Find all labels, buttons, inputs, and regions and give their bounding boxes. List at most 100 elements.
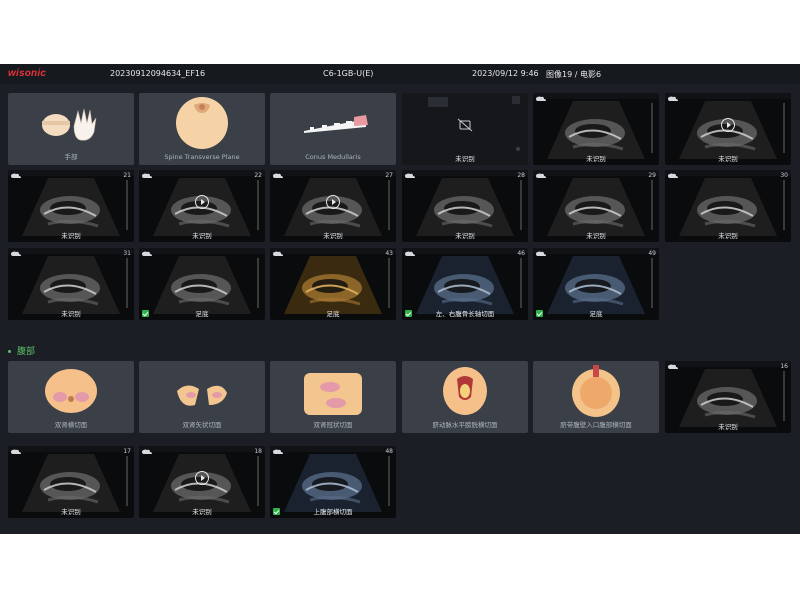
cloud-icon: [668, 173, 678, 178]
thumbnail-a8[interactable]: 未识别 18: [139, 446, 265, 518]
check-icon[interactable]: [405, 310, 412, 317]
thumbnail-a5[interactable]: 脐带腹壁入口腹部横切面: [533, 361, 659, 433]
thumbnail-label: 未识别: [718, 423, 738, 431]
check-icon[interactable]: [536, 310, 543, 317]
thumbnail-t12[interactable]: 未识别 30: [665, 170, 791, 242]
check-icon[interactable]: [142, 310, 149, 317]
image-cine-count: 图像19 / 电影6: [546, 70, 602, 79]
cloud-icon: [11, 449, 21, 454]
cloud-icon: [536, 251, 546, 256]
play-icon[interactable]: [721, 118, 735, 132]
thumbnail-a3[interactable]: 双肾冠状切面: [270, 361, 396, 433]
cloud-icon: [536, 96, 546, 101]
cloud-icon: [142, 251, 152, 256]
thumbnail-label: Conus Medullaris: [305, 153, 361, 161]
image-number: 27: [385, 172, 393, 179]
thumbnail-t10[interactable]: 未识别 28: [402, 170, 528, 242]
thumbnail-label: 未识别: [61, 310, 81, 318]
section-bullet-icon: [8, 350, 11, 353]
thumbnail-t1[interactable]: 手部: [8, 93, 134, 165]
thumbnail-label: 双肾横切面: [54, 421, 88, 429]
thumbnail-a6[interactable]: 未识别 16: [665, 361, 791, 433]
thumbnail-label: 未识别: [61, 232, 81, 240]
thumbnail-a1[interactable]: 双肾横切面: [8, 361, 134, 433]
image-number: 17: [123, 448, 131, 455]
thumbnail-a2[interactable]: 双肾矢状切面: [139, 361, 265, 433]
thumbnail-t7[interactable]: 未识别 21: [8, 170, 134, 242]
thumbnail-label: 未识别: [192, 508, 212, 516]
cloud-icon: [405, 173, 415, 178]
thumbnail-t4[interactable]: 未识别: [402, 93, 528, 165]
thumbnail-label: 脐动脉水平膀胱横切面: [432, 421, 498, 429]
image-number: 21: [123, 172, 131, 179]
section-header-abdomen[interactable]: 腹部: [8, 344, 35, 357]
thumbnail-label: 未识别: [586, 155, 606, 163]
image-number: 48: [385, 448, 393, 455]
cloud-icon: [273, 251, 283, 256]
cloud-icon: [142, 449, 152, 454]
cloud-icon: [142, 173, 152, 178]
image-number: 49: [648, 250, 656, 257]
thumbnail-t2[interactable]: Spine Transverse Plane: [139, 93, 265, 165]
cloud-icon: [11, 251, 21, 256]
thumbnail-label: 左、右腹骨长轴切面: [435, 310, 495, 318]
thumbnail-label: 未识别: [61, 508, 81, 516]
cloud-icon: [668, 364, 678, 369]
thumbnail-a9[interactable]: 上腹部横切面 48: [270, 446, 396, 518]
thumbnail-t6[interactable]: 未识别: [665, 93, 791, 165]
image-number: 46: [517, 250, 525, 257]
exam-id: 20230912094634_EF16: [110, 69, 206, 78]
play-icon[interactable]: [195, 195, 209, 209]
image-number: 18: [254, 448, 262, 455]
thumbnail-t9[interactable]: 未识别 27: [270, 170, 396, 242]
thumbnail-label: 足底: [589, 310, 603, 318]
thumbnail-a7[interactable]: 未识别 17: [8, 446, 134, 518]
check-icon[interactable]: [273, 508, 280, 515]
thumbnail-label: 双肾矢状切面: [182, 421, 222, 429]
thumbnail-t16[interactable]: 左、右腹骨长轴切面 46: [402, 248, 528, 320]
thumbnail-t14[interactable]: 足底: [139, 248, 265, 320]
thumbnail-label: 上腹部横切面: [313, 508, 353, 516]
cloud-icon: [273, 449, 283, 454]
cloud-icon: [11, 173, 21, 178]
thumbnail-t11[interactable]: 未识别 29: [533, 170, 659, 242]
thumbnail-label: 未识别: [455, 232, 475, 240]
cloud-icon: [536, 173, 546, 178]
exam-datetime: 2023/09/12 9:46: [472, 69, 539, 78]
play-icon[interactable]: [195, 471, 209, 485]
thumbnail-label: 脐带腹壁入口腹部横切面: [560, 421, 632, 429]
thumbnail-t5[interactable]: 未识别: [533, 93, 659, 165]
image-number: 28: [517, 172, 525, 179]
thumbnail-label: 未识别: [455, 155, 475, 163]
image-number: 29: [648, 172, 656, 179]
thumbnail-label: 双肾冠状切面: [313, 421, 353, 429]
header-bar: wisonic 20230912094634_EF16 C6-1GB-U(E) …: [0, 64, 800, 84]
play-icon[interactable]: [326, 195, 340, 209]
thumbnail-t17[interactable]: 足底 49: [533, 248, 659, 320]
image-number: 31: [123, 250, 131, 257]
image-number: 22: [254, 172, 262, 179]
thumbnail-label: Spine Transverse Plane: [164, 153, 240, 161]
thumbnail-t13[interactable]: 未识别 31: [8, 248, 134, 320]
thumbnail-a4[interactable]: 脐动脉水平膀胱横切面: [402, 361, 528, 433]
cloud-icon: [273, 173, 283, 178]
thumbnail-t3[interactable]: Conus Medullaris: [270, 93, 396, 165]
thumbnail-label: 足底: [326, 310, 340, 318]
cloud-icon: [668, 96, 678, 101]
thumbnail-label: 未识别: [718, 232, 738, 240]
section-title: 腹部: [17, 347, 36, 357]
probe-name: C6-1GB-U(E): [323, 69, 374, 78]
thumbnail-t15[interactable]: 足底 43: [270, 248, 396, 320]
thumbnail-label: 足底: [195, 310, 209, 318]
thumbnail-label: 手部: [64, 153, 78, 161]
image-number: 30: [780, 172, 788, 179]
thumbnail-label: 未识别: [586, 232, 606, 240]
thumbnail-t8[interactable]: 未识别 22: [139, 170, 265, 242]
cloud-icon: [405, 251, 415, 256]
brand-logo: wisonic: [8, 68, 47, 79]
thumbnail-label: 未识别: [192, 232, 212, 240]
thumbnail-label: 未识别: [718, 155, 738, 163]
app-window: wisonic 20230912094634_EF16 C6-1GB-U(E) …: [0, 64, 800, 534]
image-number: 16: [780, 363, 788, 370]
image-number: 43: [385, 250, 393, 257]
